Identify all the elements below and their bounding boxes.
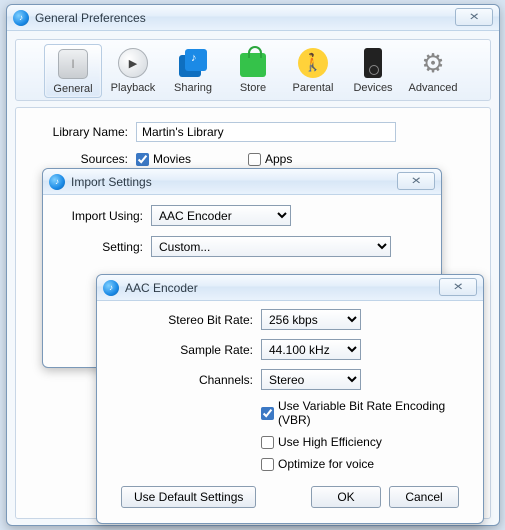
cancel-button[interactable]: Cancel xyxy=(389,486,459,508)
voice-checkbox[interactable] xyxy=(261,458,274,471)
aac-encoder-window: AAC Encoder Stereo Bit Rate: 256 kbps Sa… xyxy=(96,274,484,524)
he-label: Use High Efficiency xyxy=(278,435,382,449)
tab-label: General xyxy=(53,83,92,95)
parental-icon xyxy=(298,48,328,78)
sources-label: Sources: xyxy=(34,152,136,166)
close-button[interactable] xyxy=(455,8,493,26)
tab-sharing[interactable]: Sharing xyxy=(164,44,222,98)
tab-label: Store xyxy=(240,82,266,94)
titlebar[interactable]: Import Settings xyxy=(43,169,441,195)
sharing-icon xyxy=(179,49,207,77)
app-icon xyxy=(13,10,29,26)
prefs-toolbar: ⏽ General Playback Sharing Store Parenta… xyxy=(15,39,491,101)
movies-checkbox[interactable] xyxy=(136,153,149,166)
tab-label: Devices xyxy=(353,82,392,94)
samplerate-select[interactable]: 44.100 kHz xyxy=(261,339,361,360)
titlebar[interactable]: General Preferences xyxy=(7,5,499,31)
devices-icon xyxy=(364,48,382,78)
source-movies[interactable]: Movies xyxy=(136,152,248,166)
tab-general[interactable]: ⏽ General xyxy=(44,44,102,98)
apps-checkbox[interactable] xyxy=(248,153,261,166)
tab-label: Parental xyxy=(293,82,334,94)
titlebar[interactable]: AAC Encoder xyxy=(97,275,483,301)
advanced-icon xyxy=(421,48,444,79)
playback-icon xyxy=(118,48,148,78)
channels-label: Channels: xyxy=(111,373,261,387)
samplerate-label: Sample Rate: xyxy=(111,343,261,357)
setting-label: Setting: xyxy=(61,240,151,254)
tab-label: Sharing xyxy=(174,82,212,94)
voice-label: Optimize for voice xyxy=(278,457,374,471)
setting-select[interactable]: Custom... xyxy=(151,236,391,257)
tab-playback[interactable]: Playback xyxy=(104,44,162,98)
use-defaults-button[interactable]: Use Default Settings xyxy=(121,486,256,508)
tab-parental[interactable]: Parental xyxy=(284,44,342,98)
app-icon xyxy=(103,280,119,296)
tab-store[interactable]: Store xyxy=(224,44,282,98)
tab-label: Playback xyxy=(111,82,156,94)
window-title: Import Settings xyxy=(71,175,152,189)
import-using-select[interactable]: AAC Encoder xyxy=(151,205,291,226)
tab-label: Advanced xyxy=(409,82,458,94)
store-icon xyxy=(240,53,266,77)
vbr-checkbox[interactable] xyxy=(261,407,274,420)
app-icon xyxy=(49,174,65,190)
close-button[interactable] xyxy=(439,278,477,296)
source-apps[interactable]: Apps xyxy=(248,152,297,166)
library-name-label: Library Name: xyxy=(34,125,136,139)
general-icon: ⏽ xyxy=(58,49,88,79)
bitrate-select[interactable]: 256 kbps xyxy=(261,309,361,330)
window-title: AAC Encoder xyxy=(125,281,198,295)
import-using-label: Import Using: xyxy=(61,209,151,223)
close-button[interactable] xyxy=(397,172,435,190)
channels-select[interactable]: Stereo xyxy=(261,369,361,390)
tab-devices[interactable]: Devices xyxy=(344,44,402,98)
ok-button[interactable]: OK xyxy=(311,486,381,508)
he-checkbox[interactable] xyxy=(261,436,274,449)
window-title: General Preferences xyxy=(35,11,146,25)
library-name-input[interactable] xyxy=(136,122,396,142)
bitrate-label: Stereo Bit Rate: xyxy=(111,313,261,327)
tab-advanced[interactable]: Advanced xyxy=(404,44,462,98)
vbr-label: Use Variable Bit Rate Encoding (VBR) xyxy=(278,399,469,427)
